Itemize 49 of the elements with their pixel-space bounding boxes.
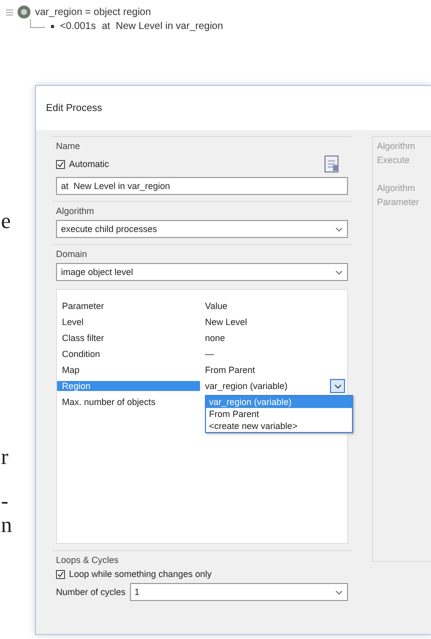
- value-cell[interactable]: var_region (variable): [205, 381, 288, 391]
- domain-dropdown[interactable]: image object level: [56, 263, 348, 281]
- panel-label: Algorithm: [377, 183, 416, 193]
- value-cell-text: none: [204, 333, 226, 343]
- check-icon: [57, 160, 64, 168]
- group-heading: Loops & Cycles: [56, 555, 120, 565]
- parameter-cell[interactable]: Max. number of objects: [57, 397, 200, 407]
- parameter-cell[interactable]: Level: [57, 317, 200, 327]
- value-cell-text: New Level: [204, 317, 248, 327]
- time-label: <0.001s: [60, 21, 96, 32]
- panel-label: Parameter: [377, 197, 420, 207]
- cycles-dropdown[interactable]: 1: [130, 583, 348, 601]
- algorithm-dropdown[interactable]: execute child processes: [56, 220, 348, 238]
- page-text: r: [0, 445, 10, 469]
- dropdown-option[interactable]: <create new variable>: [206, 420, 352, 432]
- tree-item[interactable]: at New Level in var_region: [102, 21, 224, 32]
- column-header: Parameter: [61, 301, 106, 311]
- group-heading: Name: [56, 141, 82, 151]
- group-heading: Algorithm: [56, 206, 96, 216]
- parameter-cell[interactable]: Map: [57, 365, 200, 375]
- name-field[interactable]: at New Level in var_region: [56, 177, 348, 195]
- tree-item[interactable]: var_region = object region: [35, 6, 151, 18]
- page-text: -: [0, 489, 10, 513]
- group-heading: Domain: [56, 249, 88, 259]
- caret-icon: [334, 384, 342, 388]
- checkbox[interactable]: [56, 160, 65, 168]
- document-icon[interactable]: [324, 155, 340, 173]
- checkbox-label: Loop while something changes only: [69, 569, 212, 579]
- parameter-cell[interactable]: Class filter: [57, 333, 200, 343]
- panel-label: Algorithm: [377, 141, 416, 151]
- value-cell-text: —: [204, 349, 215, 359]
- bullet-icon: [51, 25, 54, 28]
- checkbox-label: Automatic: [69, 159, 110, 169]
- parameter-cell[interactable]: Condition: [57, 349, 200, 359]
- chevron-down-icon: [335, 226, 343, 232]
- field-label: Number of cycles: [56, 587, 126, 597]
- dropdown-option[interactable]: From Parent: [206, 408, 352, 420]
- page-text: e: [0, 209, 12, 233]
- column-header: Value: [204, 301, 228, 311]
- process-icon: [17, 5, 31, 19]
- check-icon: [57, 570, 64, 578]
- page-text: n: [0, 513, 13, 537]
- panel-label: Execute: [377, 155, 411, 165]
- dropdown-button[interactable]: [330, 379, 345, 393]
- value-cell-text: From Parent: [204, 365, 256, 375]
- checkbox[interactable]: [56, 570, 65, 578]
- chevron-down-icon: [335, 590, 343, 594]
- chevron-down-icon: [335, 270, 343, 274]
- dialog-title: Edit Process: [46, 102, 102, 114]
